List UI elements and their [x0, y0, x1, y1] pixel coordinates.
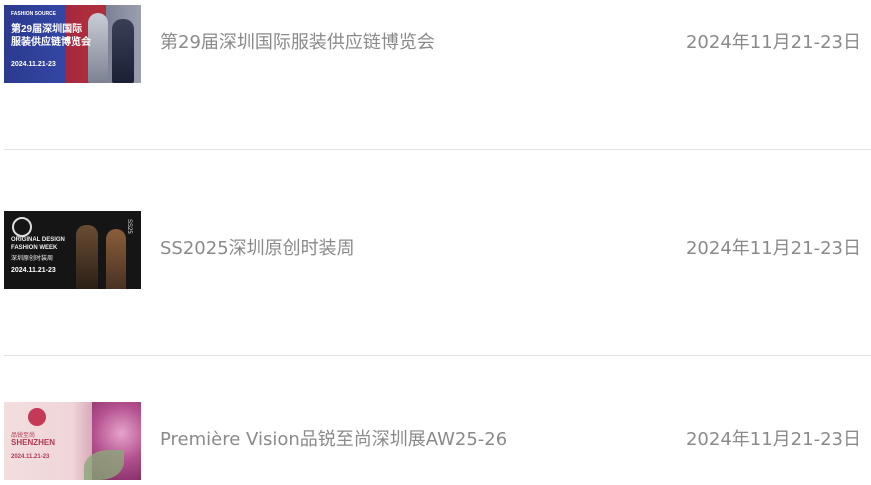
thumbnail-heading: FASHION WEEK — [11, 245, 58, 251]
thumbnail-model — [76, 225, 98, 289]
thumbnail-date: 2024.11.21-23 — [11, 454, 50, 460]
event-thumbnail[interactable]: 品锐至尚 SHENZHEN 2024.11.21-23 — [4, 402, 141, 480]
event-row[interactable]: 品锐至尚 SHENZHEN 2024.11.21-23 Première Vis… — [4, 402, 871, 480]
event-title[interactable]: SS2025深圳原创时装周 — [160, 237, 355, 261]
event-list: FASHION SOURCE 第29届深圳国际 服装供应链博览会 2024.11… — [0, 0, 871, 485]
event-row[interactable]: ORIGINAL DESIGN FASHION WEEK 深圳原创时装周 202… — [4, 211, 871, 289]
event-row[interactable]: FASHION SOURCE 第29届深圳国际 服装供应链博览会 2024.11… — [4, 5, 871, 83]
thumbnail-logo-icon — [28, 408, 46, 426]
thumbnail-logo-icon — [12, 217, 32, 237]
thumbnail-figure — [112, 19, 134, 83]
thumbnail-heading: 深圳原创时装周 — [11, 256, 54, 262]
event-date: 2024年11月21-23日 — [685, 429, 861, 450]
event-title[interactable]: Première Vision品锐至尚深圳展AW25-26 — [160, 428, 507, 452]
thumbnail-heading: 服装供应链博览会 — [11, 37, 91, 48]
event-date: 2024年11月21-23日 — [685, 32, 861, 53]
event-title[interactable]: 第29届深圳国际服装供应链博览会 — [160, 31, 435, 55]
event-date: 2024年11月21-23日 — [685, 238, 861, 259]
thumbnail-heading: ORIGINAL DESIGN — [11, 237, 65, 243]
thumbnail-season: SS25 — [126, 219, 132, 234]
event-thumbnail[interactable]: ORIGINAL DESIGN FASHION WEEK 深圳原创时装周 202… — [4, 211, 141, 289]
divider — [4, 149, 871, 150]
thumbnail-heading: SHENZHEN — [11, 438, 56, 447]
thumbnail-date: 2024.11.21-23 — [11, 267, 56, 274]
event-thumbnail[interactable]: FASHION SOURCE 第29届深圳国际 服装供应链博览会 2024.11… — [4, 5, 141, 83]
thumbnail-date: 2024.11.21-23 — [11, 61, 56, 68]
divider — [4, 355, 871, 356]
thumbnail-model — [106, 229, 126, 289]
thumbnail-figure — [88, 13, 108, 83]
thumbnail-brand: FASHION SOURCE — [11, 11, 57, 17]
